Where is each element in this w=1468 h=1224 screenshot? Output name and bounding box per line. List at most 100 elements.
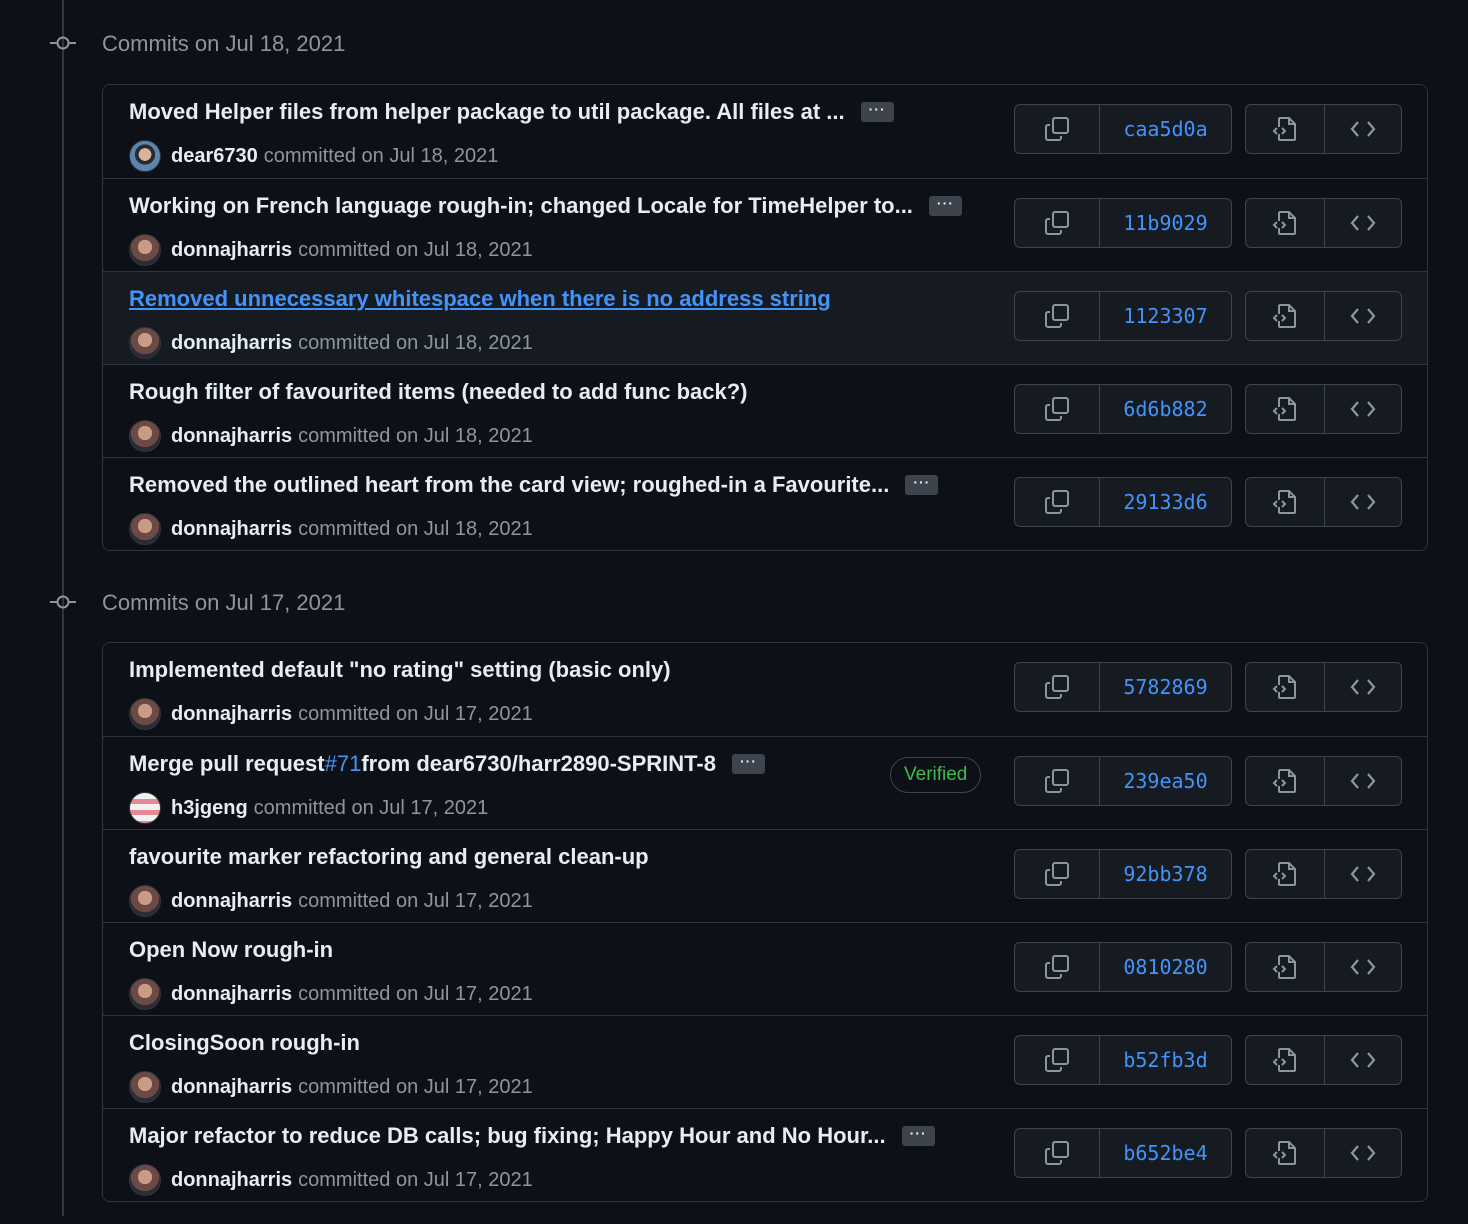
- copy-sha-button[interactable]: [1015, 199, 1099, 247]
- view-code-button[interactable]: [1323, 478, 1402, 526]
- browse-repo-button[interactable]: [1246, 1129, 1324, 1177]
- author-link[interactable]: donnajharris: [171, 703, 292, 726]
- view-code-button[interactable]: [1323, 105, 1402, 153]
- author-link[interactable]: h3jgeng: [171, 797, 248, 820]
- avatar[interactable]: [129, 327, 161, 359]
- view-code-button[interactable]: [1323, 757, 1402, 805]
- pull-request-link[interactable]: #71: [325, 751, 362, 777]
- file-code-icon: [1272, 490, 1296, 514]
- commit-sha-link[interactable]: b652be4: [1099, 1129, 1231, 1177]
- sha-button-group: 1123307: [1014, 291, 1232, 341]
- commit-list: Moved Helper files from helper package t…: [102, 84, 1428, 551]
- expand-message-button[interactable]: ···: [928, 196, 962, 216]
- commit-date: committed on Jul 18, 2021: [298, 424, 533, 447]
- commit-sha-link[interactable]: 6d6b882: [1099, 385, 1231, 433]
- author-link[interactable]: donnajharris: [171, 332, 292, 355]
- avatar[interactable]: [129, 698, 161, 730]
- browse-repo-button[interactable]: [1246, 1036, 1324, 1084]
- commit-message[interactable]: Removed the outlined heart from the card…: [129, 472, 939, 498]
- git-commit-icon: [50, 36, 76, 50]
- view-code-button[interactable]: [1323, 663, 1402, 711]
- avatar[interactable]: [129, 1164, 161, 1196]
- commit-sha-link[interactable]: b52fb3d: [1099, 1036, 1231, 1084]
- commit-sha-link[interactable]: 239ea50: [1099, 757, 1231, 805]
- browse-repo-button[interactable]: [1246, 385, 1324, 433]
- copy-sha-button[interactable]: [1015, 478, 1099, 526]
- commit-sha-link[interactable]: 92bb378: [1099, 850, 1231, 898]
- avatar[interactable]: [129, 140, 161, 172]
- commit-row: Rough filter of favourited items (needed…: [103, 364, 1427, 457]
- commit-sha-link[interactable]: 1123307: [1099, 292, 1231, 340]
- author-link[interactable]: donnajharris: [171, 518, 292, 541]
- commit-message[interactable]: Implemented default "no rating" setting …: [129, 657, 671, 683]
- copy-sha-button[interactable]: [1015, 385, 1099, 433]
- author-link[interactable]: donnajharris: [171, 1076, 292, 1099]
- author-link[interactable]: donnajharris: [171, 983, 292, 1006]
- view-code-button[interactable]: [1323, 1129, 1402, 1177]
- commit-message[interactable]: Major refactor to reduce DB calls; bug f…: [129, 1123, 935, 1149]
- browse-repo-button[interactable]: [1246, 105, 1324, 153]
- browse-repo-button[interactable]: [1246, 663, 1324, 711]
- copy-sha-button[interactable]: [1015, 1036, 1099, 1084]
- view-code-button[interactable]: [1323, 1036, 1402, 1084]
- commit-sha-link[interactable]: caa5d0a: [1099, 105, 1231, 153]
- commit-sha-link[interactable]: 29133d6: [1099, 478, 1231, 526]
- expand-message-button[interactable]: ···: [860, 102, 894, 122]
- author-link[interactable]: donnajharris: [171, 890, 292, 913]
- avatar[interactable]: [129, 792, 161, 824]
- commit-message[interactable]: Working on French language rough-in; cha…: [129, 193, 962, 219]
- commit-message[interactable]: ClosingSoon rough-in: [129, 1030, 360, 1056]
- avatar[interactable]: [129, 885, 161, 917]
- commit-sha-link[interactable]: 5782869: [1099, 663, 1231, 711]
- browse-repo-button[interactable]: [1246, 850, 1324, 898]
- avatar[interactable]: [129, 978, 161, 1010]
- commit-message[interactable]: favourite marker refactoring and general…: [129, 844, 649, 870]
- avatar[interactable]: [129, 234, 161, 266]
- view-code-button[interactable]: [1323, 943, 1402, 991]
- browse-repo-button[interactable]: [1246, 292, 1324, 340]
- commit-message[interactable]: Moved Helper files from helper package t…: [129, 99, 894, 125]
- copy-sha-button[interactable]: [1015, 1129, 1099, 1177]
- author-link[interactable]: donnajharris: [171, 425, 292, 448]
- copy-sha-button[interactable]: [1015, 105, 1099, 153]
- browse-repo-button[interactable]: [1246, 199, 1324, 247]
- view-code-button[interactable]: [1323, 850, 1402, 898]
- browse-repo-button[interactable]: [1246, 943, 1324, 991]
- author-link[interactable]: dear6730: [171, 145, 258, 168]
- copy-sha-button[interactable]: [1015, 943, 1099, 991]
- avatar[interactable]: [129, 1071, 161, 1103]
- commit-sha-link[interactable]: 0810280: [1099, 943, 1231, 991]
- file-code-icon: [1272, 675, 1296, 699]
- browse-button-group: [1245, 662, 1402, 712]
- sha-button-group: 5782869: [1014, 662, 1232, 712]
- author-link[interactable]: donnajharris: [171, 239, 292, 262]
- commit-row: favourite marker refactoring and general…: [103, 829, 1427, 922]
- commit-message[interactable]: Removed unnecessary whitespace when ther…: [129, 286, 831, 312]
- code-icon: [1350, 959, 1376, 975]
- commit-message[interactable]: Rough filter of favourited items (needed…: [129, 379, 747, 405]
- avatar[interactable]: [129, 420, 161, 452]
- browse-repo-button[interactable]: [1246, 757, 1324, 805]
- view-code-button[interactable]: [1323, 199, 1402, 247]
- view-code-button[interactable]: [1323, 385, 1402, 433]
- copy-sha-button[interactable]: [1015, 292, 1099, 340]
- commit-message[interactable]: Open Now rough-in: [129, 937, 333, 963]
- expand-message-button[interactable]: ···: [731, 754, 765, 774]
- browse-repo-button[interactable]: [1246, 478, 1324, 526]
- commit-message[interactable]: Merge pull request #71 from dear6730/har…: [129, 751, 765, 777]
- avatar[interactable]: [129, 513, 161, 545]
- author-link[interactable]: donnajharris: [171, 1169, 292, 1192]
- code-icon: [1350, 773, 1376, 789]
- expand-message-button[interactable]: ···: [901, 1126, 935, 1146]
- copy-sha-button[interactable]: [1015, 757, 1099, 805]
- commit-sha-link[interactable]: 11b9029: [1099, 199, 1231, 247]
- commit-row: Major refactor to reduce DB calls; bug f…: [103, 1108, 1427, 1201]
- copy-sha-button[interactable]: [1015, 663, 1099, 711]
- commit-date: committed on Jul 17, 2021: [298, 702, 533, 725]
- copy-sha-button[interactable]: [1015, 850, 1099, 898]
- git-commit-icon: [50, 595, 76, 609]
- expand-message-button[interactable]: ···: [905, 475, 939, 495]
- verified-badge[interactable]: Verified: [890, 757, 982, 793]
- commit-date: committed on Jul 18, 2021: [298, 238, 533, 261]
- view-code-button[interactable]: [1323, 292, 1402, 340]
